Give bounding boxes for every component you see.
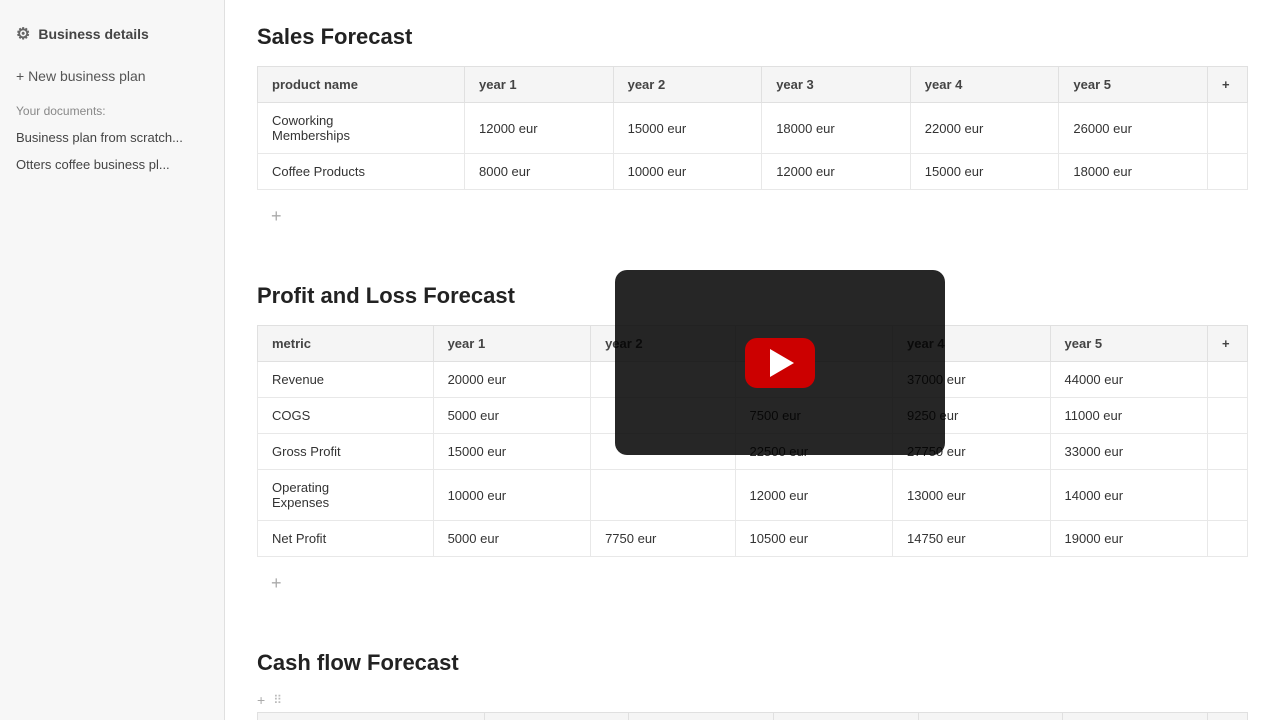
cell-y1[interactable]: 5000 eur	[433, 521, 590, 557]
cell-empty	[1208, 362, 1248, 398]
cell-product[interactable]: CoworkingMemberships	[258, 103, 465, 154]
sidebar-item-doc2[interactable]: Otters coffee business pl...	[0, 151, 224, 178]
cell-y1[interactable]: 20000 eur	[433, 362, 590, 398]
cell-y1[interactable]: 5000 eur	[433, 398, 590, 434]
cell-y1[interactable]: 8000 eur	[465, 154, 614, 190]
gear-icon: ⚙	[16, 24, 30, 44]
cell-y5[interactable]: 19000 eur	[1050, 521, 1208, 557]
sales-forecast-title: Sales Forecast	[257, 24, 1248, 50]
cell-empty	[1208, 521, 1248, 557]
pl-col-y1: year 1	[433, 326, 590, 362]
cell-y1[interactable]: 12000 eur	[465, 103, 614, 154]
cell-y2[interactable]: 7750 eur	[591, 521, 735, 557]
cell-y5[interactable]: 44000 eur	[1050, 362, 1208, 398]
cashflow-controls: + ⠿	[257, 692, 1248, 708]
sf-col-y3: year 3	[762, 67, 911, 103]
cashflow-table: description year 1 year 2 year 3 year 4 …	[257, 712, 1248, 720]
youtube-play-button[interactable]	[745, 338, 815, 388]
cell-y2[interactable]	[591, 470, 735, 521]
sidebar-title: Business details	[38, 26, 149, 42]
cell-y1[interactable]: 15000 eur	[433, 434, 590, 470]
cell-y2[interactable]: 15000 eur	[613, 103, 762, 154]
add-section-button[interactable]: +	[257, 692, 265, 708]
cf-col-y2: year 2	[629, 713, 774, 720]
cell-metric[interactable]: Net Profit	[258, 521, 434, 557]
drag-handle[interactable]: ⠿	[273, 693, 282, 707]
cell-metric[interactable]: Gross Profit	[258, 434, 434, 470]
cashflow-section: Cash flow Forecast + ⠿ description year …	[257, 650, 1248, 720]
cell-y3[interactable]: 10500 eur	[735, 521, 892, 557]
add-row-button[interactable]: +	[271, 202, 282, 231]
cell-y3[interactable]: 12000 eur	[762, 154, 911, 190]
cell-y4[interactable]: 13000 eur	[893, 470, 1050, 521]
cf-col-description: description	[258, 713, 485, 720]
cell-y3[interactable]: 18000 eur	[762, 103, 911, 154]
add-column-button[interactable]: +	[1208, 326, 1248, 362]
cf-col-y1: year 1	[484, 713, 629, 720]
add-column-button[interactable]: +	[1208, 713, 1248, 720]
cf-col-y4: year 4	[918, 713, 1063, 720]
sf-col-y1: year 1	[465, 67, 614, 103]
cell-empty	[1208, 398, 1248, 434]
table-row: Net Profit 5000 eur 7750 eur 10500 eur 1…	[258, 521, 1248, 557]
cell-metric[interactable]: Revenue	[258, 362, 434, 398]
sf-col-product: product name	[258, 67, 465, 103]
cell-y5[interactable]: 11000 eur	[1050, 398, 1208, 434]
main-content: Sales Forecast product name year 1 year …	[225, 0, 1280, 720]
cell-y3[interactable]: 12000 eur	[735, 470, 892, 521]
cell-y4[interactable]: 14750 eur	[893, 521, 1050, 557]
sidebar-header: ⚙ Business details	[0, 16, 224, 60]
cell-metric[interactable]: COGS	[258, 398, 434, 434]
cell-empty	[1208, 103, 1248, 154]
table-row: OperatingExpenses 10000 eur 12000 eur 13…	[258, 470, 1248, 521]
sf-col-y5: year 5	[1059, 67, 1208, 103]
table-row: Coffee Products 8000 eur 10000 eur 12000…	[258, 154, 1248, 190]
cell-y5[interactable]: 14000 eur	[1050, 470, 1208, 521]
add-row-button[interactable]: +	[271, 569, 282, 598]
sales-forecast-section: Sales Forecast product name year 1 year …	[257, 24, 1248, 251]
cell-y1[interactable]: 10000 eur	[433, 470, 590, 521]
cashflow-title: Cash flow Forecast	[257, 650, 1248, 676]
play-triangle-icon	[770, 349, 794, 377]
documents-label: Your documents:	[0, 92, 224, 124]
cell-metric[interactable]: OperatingExpenses	[258, 470, 434, 521]
cell-y2[interactable]: 10000 eur	[613, 154, 762, 190]
table-row: CoworkingMemberships 12000 eur 15000 eur…	[258, 103, 1248, 154]
pl-col-metric: metric	[258, 326, 434, 362]
cell-product[interactable]: Coffee Products	[258, 154, 465, 190]
cell-y4[interactable]: 22000 eur	[910, 103, 1059, 154]
pl-col-y5: year 5	[1050, 326, 1208, 362]
cf-col-y5: year 5	[1063, 713, 1208, 720]
cell-empty	[1208, 470, 1248, 521]
sales-forecast-table: product name year 1 year 2 year 3 year 4…	[257, 66, 1248, 190]
cell-y5[interactable]: 18000 eur	[1059, 154, 1208, 190]
cell-y5[interactable]: 33000 eur	[1050, 434, 1208, 470]
cell-y4[interactable]: 15000 eur	[910, 154, 1059, 190]
cf-col-y3: year 3	[773, 713, 918, 720]
youtube-overlay[interactable]	[615, 270, 945, 455]
sf-col-y2: year 2	[613, 67, 762, 103]
new-plan-button[interactable]: + New business plan	[0, 60, 224, 92]
add-column-button[interactable]: +	[1208, 67, 1248, 103]
cell-y5[interactable]: 26000 eur	[1059, 103, 1208, 154]
sf-col-y4: year 4	[910, 67, 1059, 103]
cell-empty	[1208, 154, 1248, 190]
sidebar-item-doc1[interactable]: Business plan from scratch...	[0, 124, 224, 151]
cell-empty	[1208, 434, 1248, 470]
sidebar: ⚙ Business details + New business plan Y…	[0, 0, 225, 720]
